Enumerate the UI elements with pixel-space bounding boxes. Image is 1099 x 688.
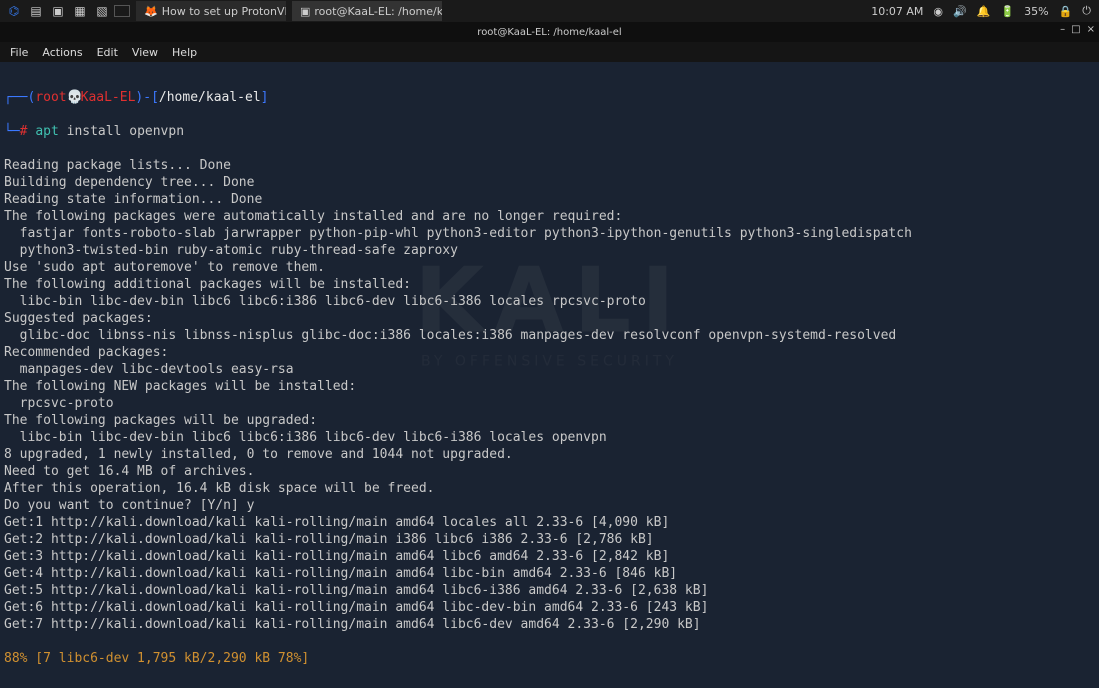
volume-icon[interactable]: 🔊 bbox=[953, 5, 967, 18]
terminal-line: manpages-dev libc-devtools easy-rsa bbox=[4, 361, 1095, 378]
maximize-button[interactable]: □ bbox=[1071, 24, 1080, 35]
menu-edit[interactable]: Edit bbox=[97, 46, 118, 59]
terminal-line: Get:4 http://kali.download/kali kali-rol… bbox=[4, 565, 1095, 582]
clock[interactable]: 10:07 AM bbox=[871, 5, 923, 18]
terminal-line: Get:5 http://kali.download/kali kali-rol… bbox=[4, 582, 1095, 599]
terminal-line: Get:3 http://kali.download/kali kali-rol… bbox=[4, 548, 1095, 565]
terminal-line: Suggested packages: bbox=[4, 310, 1095, 327]
terminal-line: 8 upgraded, 1 newly installed, 0 to remo… bbox=[4, 446, 1095, 463]
menu-help[interactable]: Help bbox=[172, 46, 197, 59]
battery-icon[interactable]: 🔋 bbox=[1000, 5, 1014, 18]
terminal-line: Use 'sudo apt autoremove' to remove them… bbox=[4, 259, 1095, 276]
terminal-line: The following NEW packages will be insta… bbox=[4, 378, 1095, 395]
power-icon[interactable]: ⏻ bbox=[1082, 4, 1091, 18]
terminal-line: Get:2 http://kali.download/kali kali-rol… bbox=[4, 531, 1095, 548]
terminal-line: python3-twisted-bin ruby-atomic ruby-thr… bbox=[4, 242, 1095, 259]
taskbar: ⌬ ▤ ▣ ▦ ▧ 🦊 How to set up ProtonVP... ▣ … bbox=[0, 0, 1099, 22]
terminal-line: After this operation, 16.4 kB disk space… bbox=[4, 480, 1095, 497]
progress-line: 88% [7 libc6-dev 1,795 kB/2,290 kB 78%] bbox=[4, 650, 1095, 667]
browser-icon[interactable]: ▦ bbox=[70, 2, 90, 20]
taskbar-app-firefox[interactable]: 🦊 How to set up ProtonVP... bbox=[136, 1, 286, 21]
terminal-line: rpcsvc-proto bbox=[4, 395, 1095, 412]
prompt-line-2: └─# apt install openvpn bbox=[4, 123, 1095, 140]
kali-menu-icon[interactable]: ⌬ bbox=[4, 2, 24, 20]
menu-view[interactable]: View bbox=[132, 46, 158, 59]
notification-icon[interactable]: 🔔 bbox=[977, 5, 991, 18]
files-icon[interactable]: ▤ bbox=[26, 2, 46, 20]
terminal-output[interactable]: ┌──(root💀KaaL-EL)-[/home/kaal-el] └─# ap… bbox=[0, 62, 1099, 688]
terminal-line: The following packages will be upgraded: bbox=[4, 412, 1095, 429]
terminal-line: Get:7 http://kali.download/kali kali-rol… bbox=[4, 616, 1095, 633]
taskbar-app-label: root@KaaL-EL: /home/k... bbox=[314, 5, 442, 18]
terminal-line: Do you want to continue? [Y/n] y bbox=[4, 497, 1095, 514]
terminal-line: Recommended packages: bbox=[4, 344, 1095, 361]
terminal-line: Get:1 http://kali.download/kali kali-rol… bbox=[4, 514, 1095, 531]
taskbar-app-terminal[interactable]: ▣ root@KaaL-EL: /home/k... bbox=[292, 1, 442, 21]
menu-file[interactable]: File bbox=[10, 46, 28, 59]
terminal-line: Reading package lists... Done bbox=[4, 157, 1095, 174]
lock-icon[interactable]: 🔒 bbox=[1059, 5, 1073, 18]
terminal-line: The following additional packages will b… bbox=[4, 276, 1095, 293]
battery-percent: 35% bbox=[1024, 5, 1048, 18]
skull-icon: 💀 bbox=[67, 89, 81, 106]
record-icon[interactable]: ◉ bbox=[933, 5, 943, 18]
terminal-line: Reading state information... Done bbox=[4, 191, 1095, 208]
close-button[interactable]: × bbox=[1087, 24, 1095, 35]
terminal-line: The following packages were automaticall… bbox=[4, 208, 1095, 225]
terminal-line: Get:6 http://kali.download/kali kali-rol… bbox=[4, 599, 1095, 616]
editor-icon[interactable]: ▧ bbox=[92, 2, 112, 20]
terminal-icon[interactable]: ▣ bbox=[48, 2, 68, 20]
prompt-line-1: ┌──(root💀KaaL-EL)-[/home/kaal-el] bbox=[4, 89, 1095, 106]
taskbar-app-label: How to set up ProtonVP... bbox=[162, 5, 286, 18]
firefox-icon: 🦊 bbox=[144, 5, 158, 18]
window-title: root@KaaL-EL: /home/kaal-el bbox=[477, 27, 621, 38]
menubar: File Actions Edit View Help bbox=[0, 42, 1099, 62]
workspace-icon[interactable] bbox=[114, 5, 130, 17]
terminal-app-icon: ▣ bbox=[300, 5, 310, 18]
terminal-line: fastjar fonts-roboto-slab jarwrapper pyt… bbox=[4, 225, 1095, 242]
window-titlebar: root@KaaL-EL: /home/kaal-el – □ × bbox=[0, 22, 1099, 42]
terminal-line: Building dependency tree... Done bbox=[4, 174, 1095, 191]
minimize-button[interactable]: – bbox=[1060, 24, 1065, 35]
terminal-line: glibc-doc libnss-nis libnss-nisplus glib… bbox=[4, 327, 1095, 344]
terminal-line: libc-bin libc-dev-bin libc6 libc6:i386 l… bbox=[4, 293, 1095, 310]
menu-actions[interactable]: Actions bbox=[42, 46, 82, 59]
terminal-line: libc-bin libc-dev-bin libc6 libc6:i386 l… bbox=[4, 429, 1095, 446]
terminal-line: Need to get 16.4 MB of archives. bbox=[4, 463, 1095, 480]
